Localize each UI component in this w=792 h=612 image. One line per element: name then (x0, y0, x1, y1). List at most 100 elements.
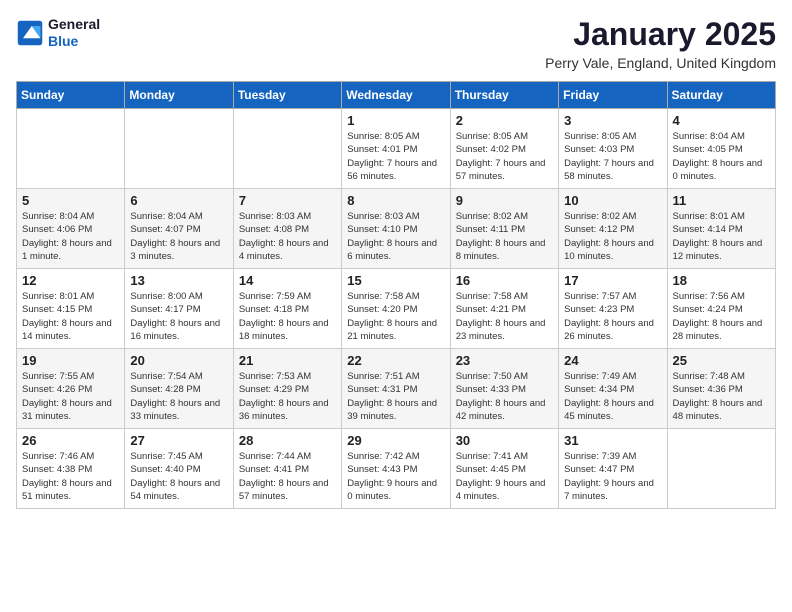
day-number: 1 (347, 113, 444, 128)
day-info: Sunrise: 7:58 AM Sunset: 4:21 PM Dayligh… (456, 290, 553, 343)
month-title: January 2025 (545, 16, 776, 53)
week-row-3: 19Sunrise: 7:55 AM Sunset: 4:26 PM Dayli… (17, 349, 776, 429)
calendar-cell: 9 Sunrise: 8:02 AM Sunset: 4:11 PM Daylig… (450, 189, 558, 269)
calendar-cell: 7Sunrise: 8:03 AM Sunset: 4:08 PM Daylig… (233, 189, 341, 269)
day-number: 13 (130, 273, 227, 288)
calendar-cell: 19Sunrise: 7:55 AM Sunset: 4:26 PM Dayli… (17, 349, 125, 429)
day-info: Sunrise: 7:41 AM Sunset: 4:45 PM Dayligh… (456, 450, 553, 503)
day-info: Sunrise: 8:02 AM Sunset: 4:12 PM Dayligh… (564, 210, 661, 263)
calendar-cell: 4 Sunrise: 8:04 AM Sunset: 4:05 PM Daylig… (667, 109, 775, 189)
day-number: 29 (347, 433, 444, 448)
logo-general: General (48, 16, 100, 33)
header-wednesday: Wednesday (342, 82, 450, 109)
calendar-cell: 1 Sunrise: 8:05 AM Sunset: 4:01 PM Daylig… (342, 109, 450, 189)
day-info: Sunrise: 7:44 AM Sunset: 4:41 PM Dayligh… (239, 450, 336, 503)
header-tuesday: Tuesday (233, 82, 341, 109)
day-info: Sunrise: 8:01 AM Sunset: 4:15 PM Dayligh… (22, 290, 119, 343)
day-number: 8 (347, 193, 444, 208)
logo: General Blue (16, 16, 100, 50)
calendar-header-row: SundayMondayTuesdayWednesdayThursdayFrid… (17, 82, 776, 109)
day-number: 14 (239, 273, 336, 288)
day-info: Sunrise: 7:56 AM Sunset: 4:24 PM Dayligh… (673, 290, 770, 343)
day-number: 22 (347, 353, 444, 368)
day-info: Sunrise: 7:50 AM Sunset: 4:33 PM Dayligh… (456, 370, 553, 423)
day-number: 12 (22, 273, 119, 288)
day-info: Sunrise: 8:04 AM Sunset: 4:06 PM Dayligh… (22, 210, 119, 263)
calendar-cell (125, 109, 233, 189)
day-info: Sunrise: 7:51 AM Sunset: 4:31 PM Dayligh… (347, 370, 444, 423)
header-friday: Friday (559, 82, 667, 109)
day-info: Sunrise: 8:04 AM Sunset: 4:05 PM Dayligh… (673, 130, 770, 183)
day-number: 11 (673, 193, 770, 208)
day-number: 20 (130, 353, 227, 368)
calendar-cell (17, 109, 125, 189)
day-number: 5 (22, 193, 119, 208)
header: General Blue January 2025 Perry Vale, En… (16, 16, 776, 71)
calendar-cell: 20 Sunrise: 7:54 AM Sunset: 4:28 PM Dayli… (125, 349, 233, 429)
day-info: Sunrise: 7:54 AM Sunset: 4:28 PM Dayligh… (130, 370, 227, 423)
calendar-cell: 21Sunrise: 7:53 AM Sunset: 4:29 PM Dayli… (233, 349, 341, 429)
day-number: 4 (673, 113, 770, 128)
day-info: Sunrise: 8:05 AM Sunset: 4:03 PM Dayligh… (564, 130, 661, 183)
day-info: Sunrise: 8:02 AM Sunset: 4:11 PM Dayligh… (456, 210, 553, 263)
day-info: Sunrise: 7:46 AM Sunset: 4:38 PM Dayligh… (22, 450, 119, 503)
day-number: 30 (456, 433, 553, 448)
header-monday: Monday (125, 82, 233, 109)
calendar-cell: 28 Sunrise: 7:44 AM Sunset: 4:41 PM Dayli… (233, 429, 341, 509)
day-number: 3 (564, 113, 661, 128)
day-info: Sunrise: 7:55 AM Sunset: 4:26 PM Dayligh… (22, 370, 119, 423)
week-row-0: 1 Sunrise: 8:05 AM Sunset: 4:01 PM Daylig… (17, 109, 776, 189)
calendar-table: SundayMondayTuesdayWednesdayThursdayFrid… (16, 81, 776, 509)
calendar-cell: 24 Sunrise: 7:49 AM Sunset: 4:34 PM Dayli… (559, 349, 667, 429)
day-number: 25 (673, 353, 770, 368)
calendar-cell: 13Sunrise: 8:00 AM Sunset: 4:17 PM Dayli… (125, 269, 233, 349)
day-info: Sunrise: 8:04 AM Sunset: 4:07 PM Dayligh… (130, 210, 227, 263)
calendar-cell: 12 Sunrise: 8:01 AM Sunset: 4:15 PM Dayli… (17, 269, 125, 349)
day-number: 26 (22, 433, 119, 448)
day-info: Sunrise: 8:03 AM Sunset: 4:08 PM Dayligh… (239, 210, 336, 263)
day-number: 6 (130, 193, 227, 208)
day-info: Sunrise: 7:49 AM Sunset: 4:34 PM Dayligh… (564, 370, 661, 423)
logo-icon (16, 19, 44, 47)
calendar-cell: 2 Sunrise: 8:05 AM Sunset: 4:02 PM Daylig… (450, 109, 558, 189)
location-title: Perry Vale, England, United Kingdom (545, 55, 776, 71)
day-number: 27 (130, 433, 227, 448)
header-saturday: Saturday (667, 82, 775, 109)
day-info: Sunrise: 8:05 AM Sunset: 4:01 PM Dayligh… (347, 130, 444, 183)
day-number: 23 (456, 353, 553, 368)
day-info: Sunrise: 7:48 AM Sunset: 4:36 PM Dayligh… (673, 370, 770, 423)
day-number: 2 (456, 113, 553, 128)
day-info: Sunrise: 8:05 AM Sunset: 4:02 PM Dayligh… (456, 130, 553, 183)
calendar-cell: 18 Sunrise: 7:56 AM Sunset: 4:24 PM Dayli… (667, 269, 775, 349)
calendar-cell: 31Sunrise: 7:39 AM Sunset: 4:47 PM Dayli… (559, 429, 667, 509)
calendar-cell: 16Sunrise: 7:58 AM Sunset: 4:21 PM Dayli… (450, 269, 558, 349)
calendar-cell (233, 109, 341, 189)
day-info: Sunrise: 8:03 AM Sunset: 4:10 PM Dayligh… (347, 210, 444, 263)
calendar-cell: 26 Sunrise: 7:46 AM Sunset: 4:38 PM Dayli… (17, 429, 125, 509)
week-row-2: 12 Sunrise: 8:01 AM Sunset: 4:15 PM Dayli… (17, 269, 776, 349)
header-thursday: Thursday (450, 82, 558, 109)
day-number: 28 (239, 433, 336, 448)
day-info: Sunrise: 8:01 AM Sunset: 4:14 PM Dayligh… (673, 210, 770, 263)
calendar-cell: 25 Sunrise: 7:48 AM Sunset: 4:36 PM Dayli… (667, 349, 775, 429)
day-number: 18 (673, 273, 770, 288)
calendar-cell: 3 Sunrise: 8:05 AM Sunset: 4:03 PM Daylig… (559, 109, 667, 189)
day-info: Sunrise: 7:45 AM Sunset: 4:40 PM Dayligh… (130, 450, 227, 503)
header-sunday: Sunday (17, 82, 125, 109)
week-row-1: 5 Sunrise: 8:04 AM Sunset: 4:06 PM Daylig… (17, 189, 776, 269)
day-number: 24 (564, 353, 661, 368)
calendar-cell: 6 Sunrise: 8:04 AM Sunset: 4:07 PM Daylig… (125, 189, 233, 269)
calendar-cell: 27 Sunrise: 7:45 AM Sunset: 4:40 PM Dayli… (125, 429, 233, 509)
day-number: 15 (347, 273, 444, 288)
day-number: 9 (456, 193, 553, 208)
calendar-cell: 14 Sunrise: 7:59 AM Sunset: 4:18 PM Dayli… (233, 269, 341, 349)
title-block: January 2025 Perry Vale, England, United… (545, 16, 776, 71)
day-info: Sunrise: 7:39 AM Sunset: 4:47 PM Dayligh… (564, 450, 661, 503)
day-number: 21 (239, 353, 336, 368)
calendar-cell: 29Sunrise: 7:42 AM Sunset: 4:43 PM Dayli… (342, 429, 450, 509)
calendar-cell: 30 Sunrise: 7:41 AM Sunset: 4:45 PM Dayli… (450, 429, 558, 509)
day-number: 17 (564, 273, 661, 288)
logo-blue: Blue (48, 33, 100, 50)
day-info: Sunrise: 7:59 AM Sunset: 4:18 PM Dayligh… (239, 290, 336, 343)
calendar-cell: 5 Sunrise: 8:04 AM Sunset: 4:06 PM Daylig… (17, 189, 125, 269)
